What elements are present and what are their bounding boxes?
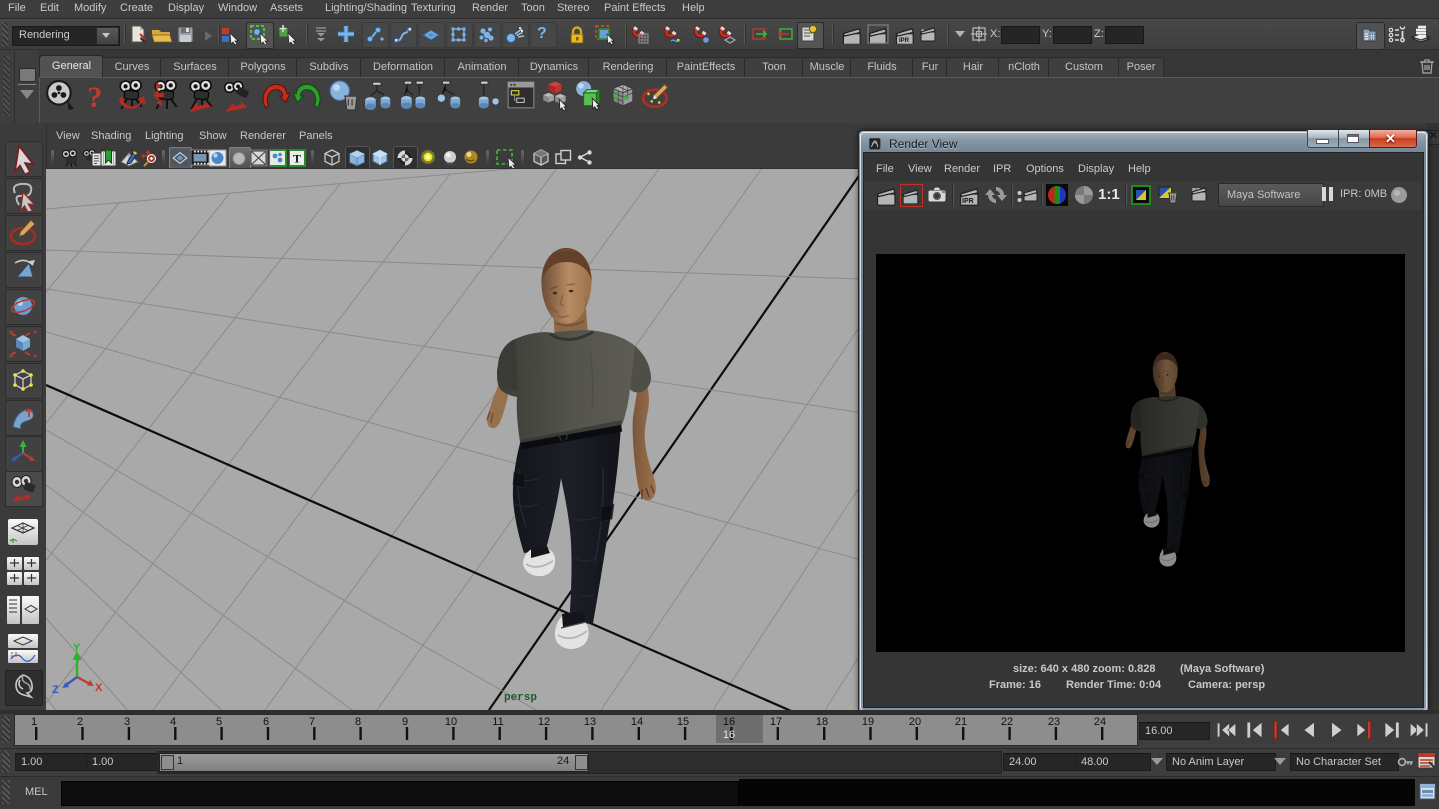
svg-text:Y: Y xyxy=(73,643,81,654)
svg-text:IPR: IPR xyxy=(962,198,974,205)
svg-text:X: X xyxy=(95,682,103,694)
svg-text:IPR: IPR xyxy=(899,38,910,44)
svg-text:?: ? xyxy=(87,81,102,112)
svg-text:Z: Z xyxy=(52,684,59,696)
svg-text:T: T xyxy=(293,152,301,166)
